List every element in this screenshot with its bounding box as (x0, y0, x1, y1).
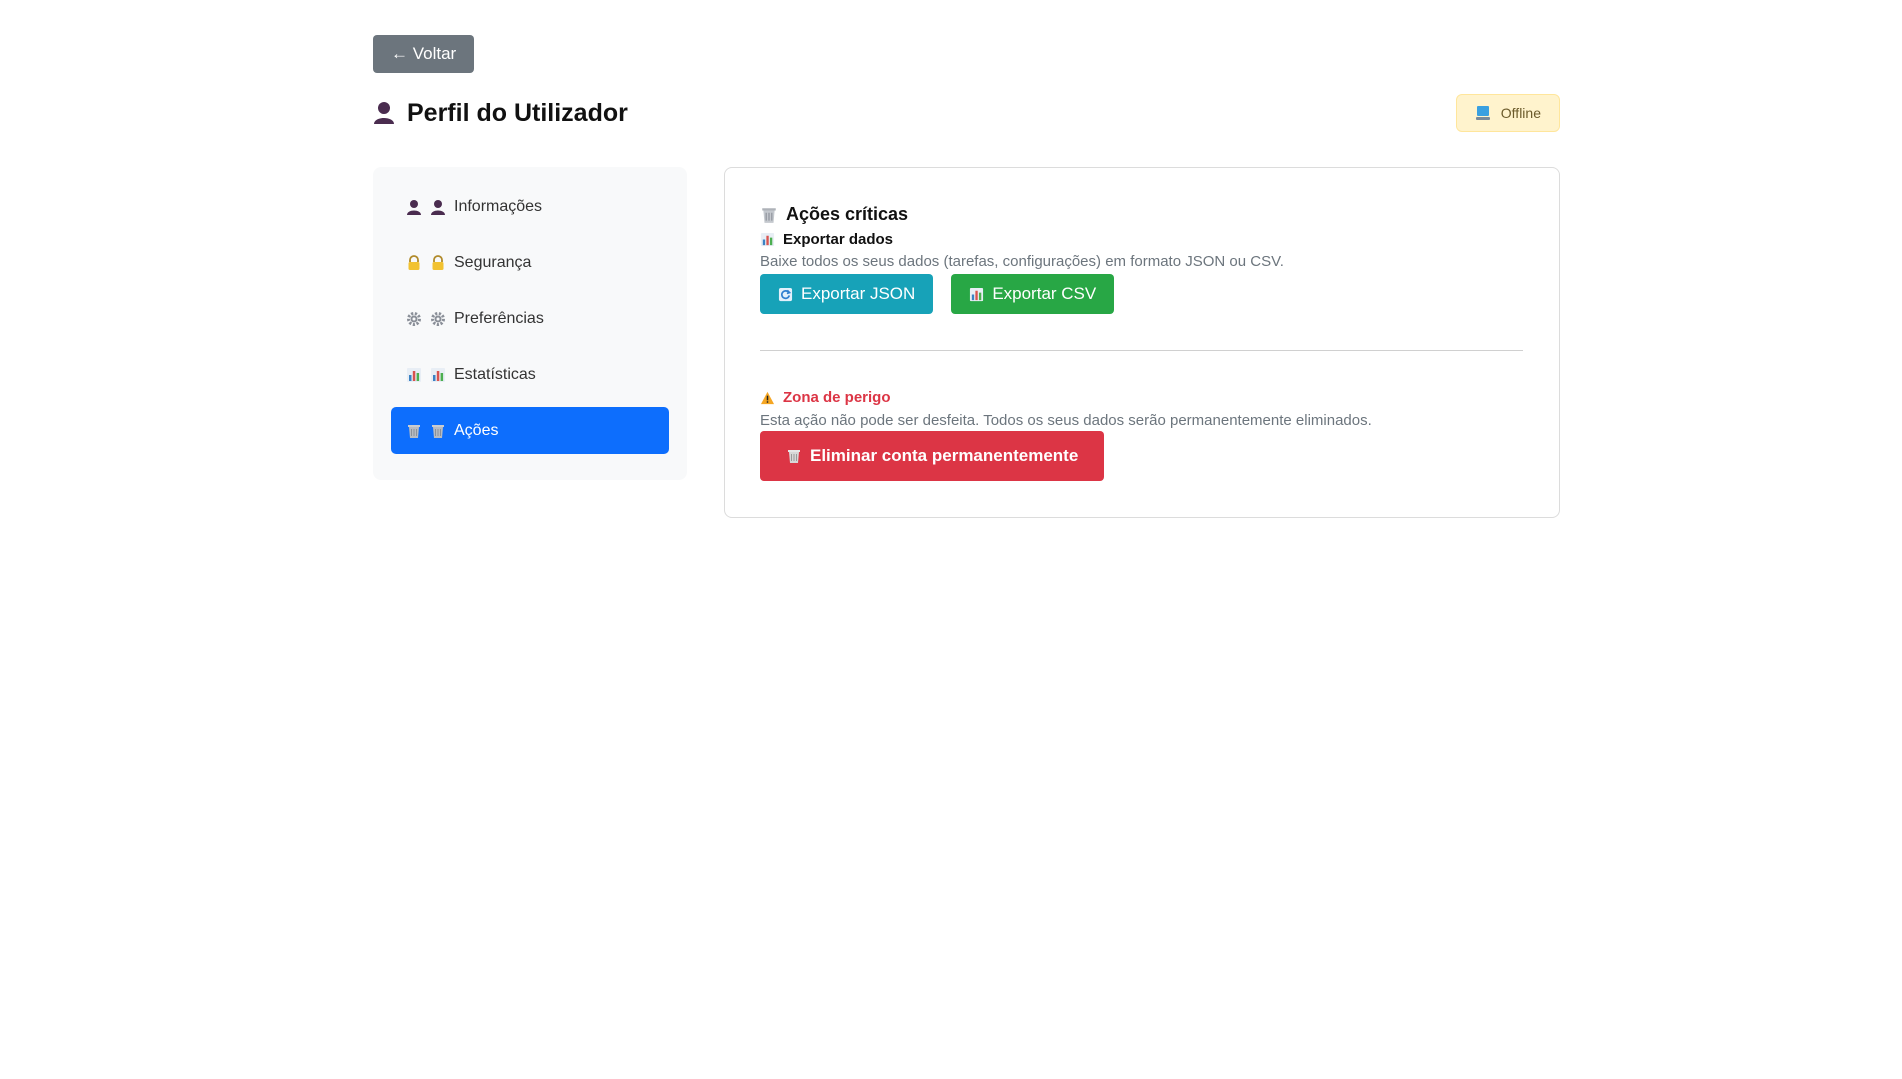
status-text: Offline (1500, 105, 1541, 121)
delete-account-button[interactable]: Eliminar conta permanentemente (760, 431, 1105, 481)
page: ← Voltar Perfil do Utilizador Offline In… (0, 0, 1902, 1079)
computer-icon (1475, 105, 1491, 121)
danger-zone-description: Esta ação não pode ser desfeita. Todos o… (760, 412, 1372, 429)
trash-icon (406, 423, 422, 439)
export-csv-label: Exportar CSV (992, 284, 1097, 303)
status-badge: Offline (1455, 94, 1560, 132)
sidebar-item-label: Informações (454, 197, 543, 215)
bar-chart-icon (430, 367, 446, 383)
sidebar-item-label: Preferências (454, 309, 544, 327)
export-json-label: Exportar JSON (801, 284, 916, 303)
lock-icon (430, 254, 446, 271)
header: Perfil do Utilizador Offline (373, 93, 1560, 133)
danger-zone-title-text: Zona de perigo (783, 389, 891, 406)
actions-card: Ações críticas Exportar dados Baixe todo… (724, 167, 1560, 518)
profile-layout: Informações Segurança Preferências Estat… (373, 167, 1560, 518)
gear-icon (406, 311, 422, 327)
sidebar: Informações Segurança Preferências Estat… (373, 167, 687, 480)
trash-icon (760, 206, 778, 224)
warning-icon (760, 391, 775, 405)
sidebar-item-preferencias[interactable]: Preferências (391, 295, 669, 342)
user-icon (406, 199, 422, 215)
sidebar-item-estatisticas[interactable]: Estatísticas (391, 351, 669, 398)
export-csv-button[interactable]: Exportar CSV (951, 274, 1115, 314)
export-title-text: Exportar dados (783, 231, 894, 248)
back-button[interactable]: ← Voltar (373, 35, 475, 73)
page-title: Perfil do Utilizador (373, 99, 628, 128)
bar-chart-icon (760, 232, 775, 247)
sidebar-item-informacoes[interactable]: Informações (391, 183, 669, 230)
bar-chart-icon (406, 367, 422, 383)
export-buttons: Exportar JSON Exportar CSV (760, 274, 1523, 314)
section-title-text: Ações críticas (786, 204, 909, 224)
export-json-button[interactable]: Exportar JSON (760, 274, 934, 314)
section-title: Ações críticas (760, 204, 1523, 225)
lock-icon (406, 254, 422, 271)
user-icon (373, 101, 395, 125)
trash-icon (430, 423, 446, 439)
sidebar-item-acoes[interactable]: Ações (391, 407, 669, 454)
bar-chart-icon (969, 287, 984, 302)
profile-container: ← Voltar Perfil do Utilizador Offline In… (373, 35, 1560, 518)
delete-account-label: Eliminar conta permanentemente (810, 446, 1079, 465)
sidebar-item-label: Ações (454, 421, 499, 439)
export-title: Exportar dados (760, 231, 1523, 248)
user-icon (430, 199, 446, 215)
sidebar-item-label: Segurança (454, 253, 532, 271)
trash-icon (786, 448, 802, 464)
sidebar-item-seguranca[interactable]: Segurança (391, 239, 669, 286)
gear-icon (430, 311, 446, 327)
export-description: Baixe todos os seus dados (tarefas, conf… (760, 253, 1284, 270)
sidebar-item-label: Estatísticas (454, 365, 536, 383)
section-divider (760, 350, 1523, 351)
danger-zone-title: Zona de perigo (760, 389, 1523, 406)
page-title-text: Perfil do Utilizador (407, 98, 628, 127)
refresh-icon (778, 287, 793, 302)
